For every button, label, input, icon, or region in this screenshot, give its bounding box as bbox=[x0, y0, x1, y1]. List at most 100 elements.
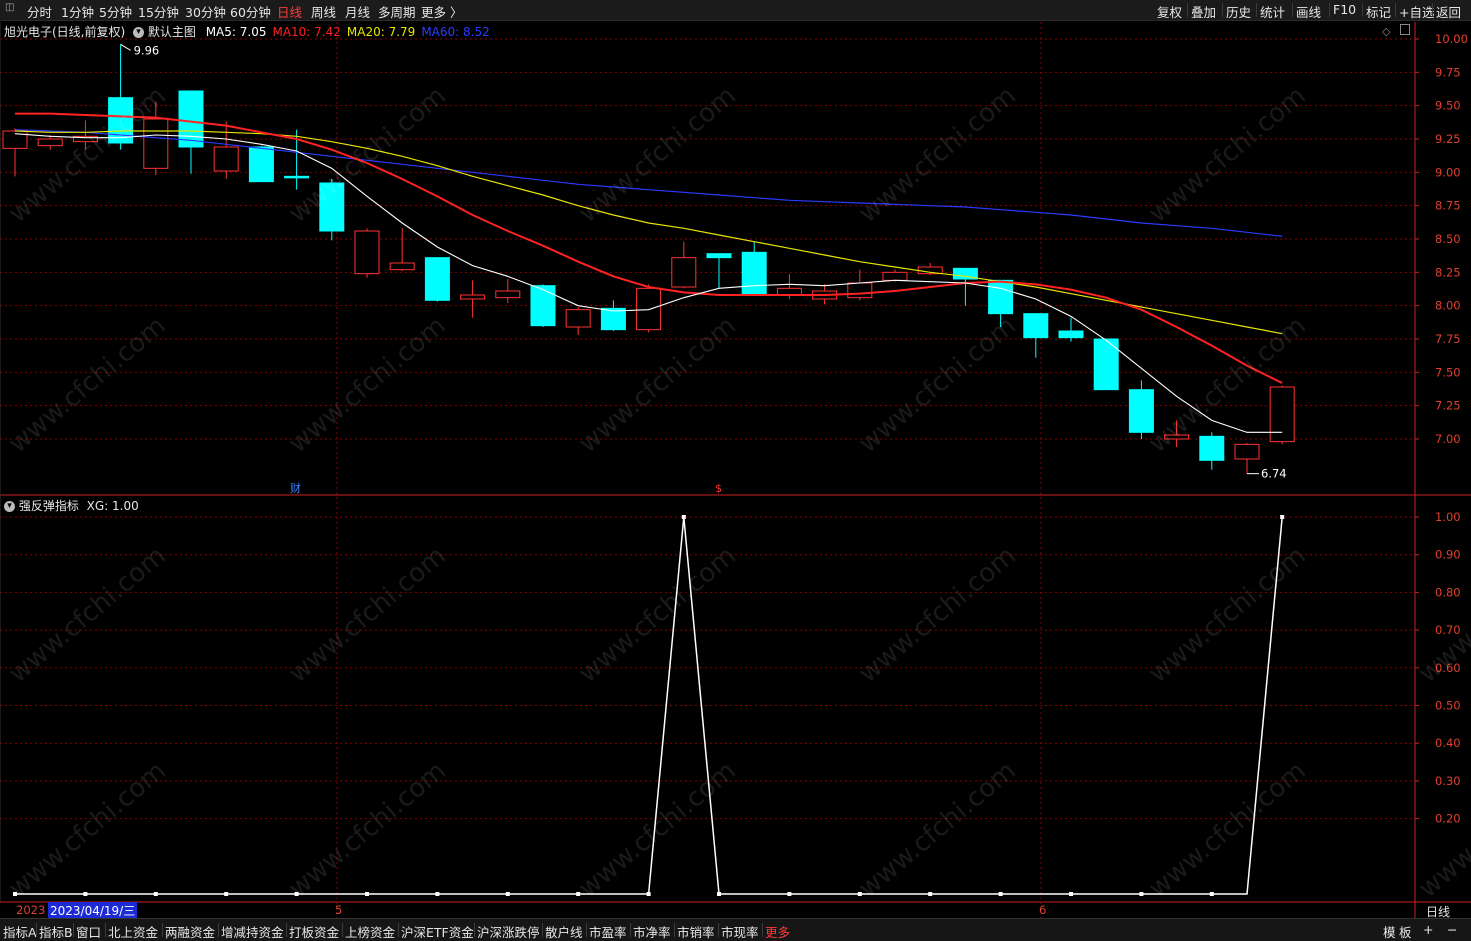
bottom-tab-6[interactable]: 打板资金 bbox=[289, 922, 339, 941]
bottom-tab-2[interactable]: 窗口 bbox=[76, 922, 101, 941]
xg-point bbox=[365, 892, 369, 896]
xg-point bbox=[1139, 892, 1144, 896]
bottom-right-btn-1[interactable]: 板 bbox=[1399, 922, 1412, 941]
sub-tick-label: 1.00 bbox=[1435, 510, 1461, 524]
tab-separator bbox=[286, 923, 287, 937]
candle-up bbox=[847, 282, 873, 299]
bottom-tab-4[interactable]: 两融资金 bbox=[165, 922, 215, 941]
bottom-right-btn-2[interactable]: + bbox=[1423, 922, 1433, 937]
tab-separator bbox=[718, 923, 719, 937]
xg-point bbox=[224, 892, 229, 896]
xg-point bbox=[13, 892, 17, 896]
bottom-tab-11[interactable]: 市盈率 bbox=[589, 922, 627, 941]
finance-marker: 财 bbox=[290, 481, 301, 495]
year-label: 2023 bbox=[16, 903, 46, 917]
candle-down bbox=[178, 90, 204, 148]
bottom-tab-10[interactable]: 散户线 bbox=[545, 922, 583, 941]
tab-separator bbox=[398, 923, 399, 937]
price-tick-label: 8.00 bbox=[1435, 299, 1461, 313]
bottom-tab-7[interactable]: 上榜资金 bbox=[345, 922, 395, 941]
bottom-tab-14[interactable]: 市现率 bbox=[721, 922, 759, 941]
price-tick-label: 9.75 bbox=[1435, 65, 1461, 79]
candle-up bbox=[213, 146, 239, 172]
candle-up bbox=[354, 230, 380, 275]
tab-separator bbox=[586, 923, 587, 937]
window-icon[interactable] bbox=[1400, 24, 1410, 35]
bottom-right-btn-0[interactable]: 模 bbox=[1383, 922, 1396, 941]
collapse-icon[interactable]: ▾ bbox=[4, 501, 15, 512]
xg-point bbox=[928, 892, 933, 896]
high-price-label: 9.96 bbox=[134, 43, 160, 57]
candle-down bbox=[988, 279, 1014, 315]
bottom-tab-0[interactable]: 指标A bbox=[3, 922, 37, 941]
collapse-icon[interactable]: ▾ bbox=[133, 27, 145, 38]
tab-separator bbox=[342, 923, 343, 937]
xg-point bbox=[998, 892, 1003, 896]
indicator-name[interactable]: 强反弹指标 bbox=[19, 499, 79, 513]
bottom-tab-9[interactable]: 沪深涨跌停 bbox=[477, 922, 540, 941]
chart-canvas[interactable]: 10.00 9.75 9.50 9.25 9.00 8.75 8.50 8.25 8.00 7.7… bbox=[0, 0, 1471, 941]
bottom-tab-13[interactable]: 市销率 bbox=[677, 922, 715, 941]
xg-point bbox=[294, 892, 299, 896]
candle-up bbox=[37, 138, 63, 147]
candle-down bbox=[1128, 389, 1154, 433]
candle-up bbox=[565, 309, 591, 328]
xg-point bbox=[1069, 892, 1073, 896]
ma10-line bbox=[15, 112, 1283, 384]
price-tick-label: 9.50 bbox=[1435, 99, 1461, 113]
diamond-icon[interactable]: ◇ bbox=[1382, 25, 1390, 38]
candle-up bbox=[1269, 386, 1295, 443]
bottom-tab-bar: 指标A 指标B 窗口 北上资金 两融资金 增减持资金 打板资金 上榜资金 沪深ETF资金 沪深涨跌… bbox=[0, 918, 1471, 941]
xg-point bbox=[83, 892, 88, 896]
xg-point bbox=[576, 892, 581, 896]
price-tick-label: 7.75 bbox=[1435, 332, 1461, 346]
sub-tick-label: 0.50 bbox=[1435, 699, 1461, 713]
bottom-tab-8[interactable]: 沪深ETF资金 bbox=[401, 922, 474, 941]
sub-tick-label: 0.60 bbox=[1435, 661, 1461, 675]
price-tick-label: 8.25 bbox=[1435, 265, 1461, 279]
price-tick-label: 8.50 bbox=[1435, 232, 1461, 246]
ma-legend-ma10: MA10: 7.42 bbox=[272, 25, 341, 39]
price-tick-label: 7.50 bbox=[1435, 365, 1461, 379]
candle-down bbox=[1023, 313, 1049, 339]
xg-point bbox=[505, 892, 510, 896]
price-tick-label: 9.00 bbox=[1435, 165, 1461, 179]
candle-up bbox=[636, 287, 662, 331]
xg-point bbox=[717, 892, 721, 896]
candle-up bbox=[143, 118, 169, 169]
bottom-tab-5[interactable]: 增减持资金 bbox=[221, 922, 284, 941]
candle-up bbox=[1234, 443, 1260, 460]
xg-point bbox=[787, 892, 792, 896]
bottom-right-btn-3[interactable]: − bbox=[1447, 922, 1457, 937]
sub-tick-label: 0.90 bbox=[1435, 548, 1461, 562]
sub-legend: ▾ 强反弹指标 XG: 1.00 bbox=[4, 497, 139, 514]
candle-up bbox=[495, 290, 521, 299]
candle-down bbox=[706, 253, 732, 259]
tab-separator bbox=[542, 923, 543, 937]
candle-up bbox=[389, 262, 415, 271]
tab-separator bbox=[674, 923, 675, 937]
stock-name-label: 旭光电子(日线,前复权) bbox=[4, 25, 126, 39]
xg-point bbox=[857, 892, 862, 896]
main-legend: 旭光电子(日线,前复权) ▾ 默认主图 MA5: 7.05 MA10: 7.42 M… bbox=[4, 23, 490, 40]
main-chart-label[interactable]: 默认主图 bbox=[148, 25, 196, 39]
sub-tick-label: 0.20 bbox=[1435, 812, 1461, 826]
price-tick-label: 10.00 bbox=[1435, 32, 1468, 46]
low-price-label: 6.74 bbox=[1261, 467, 1287, 481]
xg-point bbox=[681, 515, 686, 519]
sub-tick-label: 0.40 bbox=[1435, 736, 1461, 750]
bottom-tab-1[interactable]: 指标B bbox=[39, 922, 73, 941]
candle-down bbox=[319, 182, 345, 232]
bottom-tab-3[interactable]: 北上资金 bbox=[108, 922, 158, 941]
candle-down bbox=[248, 146, 274, 183]
ma60-line bbox=[14, 129, 1283, 237]
bottom-tab-15[interactable]: 更多 bbox=[765, 922, 790, 941]
sub-tick-label: 0.70 bbox=[1435, 623, 1461, 637]
bottom-tab-12[interactable]: 市净率 bbox=[633, 922, 671, 941]
ma-legend-ma60: MA60: 8.52 bbox=[421, 25, 490, 39]
dividend-marker: $ bbox=[715, 482, 722, 495]
candle-down bbox=[530, 285, 556, 327]
tab-separator bbox=[73, 923, 74, 937]
candle-down bbox=[1199, 435, 1225, 461]
sub-tick-label: 0.30 bbox=[1435, 774, 1461, 788]
